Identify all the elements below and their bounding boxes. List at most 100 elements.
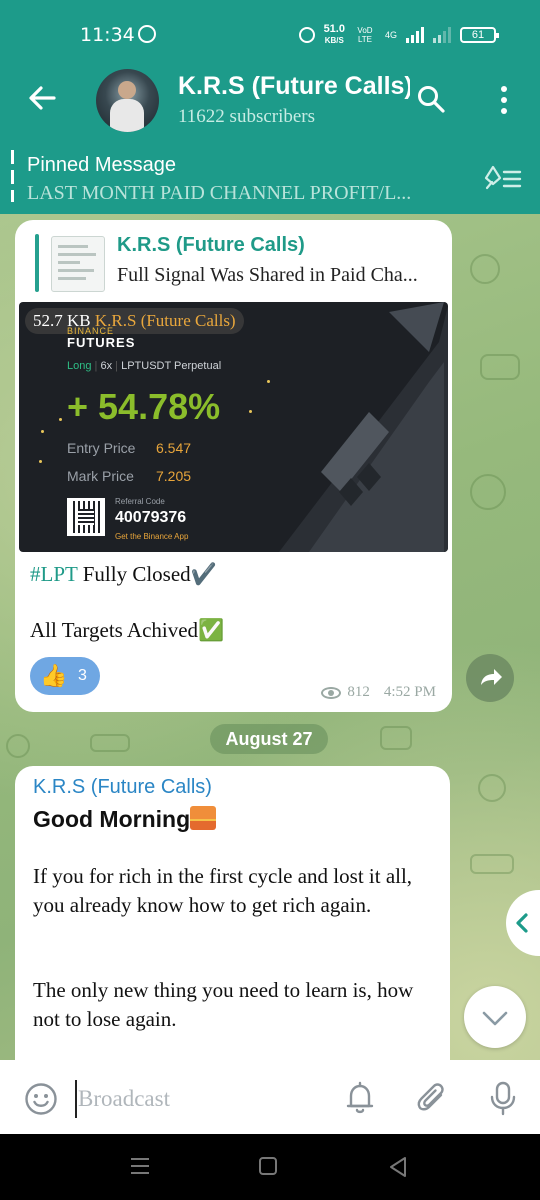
sunrise-emoji-icon [190,806,217,830]
sparkle [267,380,270,383]
sparkle [59,418,62,421]
net-speed: 51.0 KB/S [324,24,345,46]
notification-bell-icon[interactable] [342,1080,378,1116]
binance-app-text: Get the Binance App [115,532,189,541]
message-line-1-text: Fully Closed✔️ [77,562,217,586]
battery-icon: 61 [460,27,499,43]
attach-icon[interactable] [414,1080,450,1116]
greeting-line: Good Morning [33,806,217,833]
text-cursor [75,1080,77,1118]
referral-label: Referral Code [115,497,165,506]
avatar-head [118,81,136,99]
pinned-list-icon[interactable] [484,164,522,192]
hashtag-link[interactable]: #LPT [30,562,77,586]
signal-icon [406,27,424,43]
message-author[interactable]: K.R.S (Future Calls) [33,776,212,799]
status-time: 11:34 [80,24,135,46]
volte-label: VoD LTE [357,26,373,44]
bg-doodle [470,474,506,510]
bg-doodle [480,354,520,380]
avatar-body [110,99,144,132]
alarm-icon [298,27,315,43]
side-panel-handle[interactable] [506,890,540,956]
pnl-image[interactable]: 52.7 KB K.R.S (Future Calls) BINANCE FUT… [19,302,448,552]
sparkle [249,410,252,413]
message-line-2: All Targets Achived✅ [30,618,225,642]
back-arrow-icon[interactable] [26,82,58,114]
referral-code: 40079376 [115,509,187,526]
pinned-text: LAST MONTH PAID CHANNEL PROFIT/L... [27,182,412,204]
message-bubble[interactable]: K.R.S (Future Calls) Full Signal Was Sha… [15,220,452,712]
reaction-count: 3 [78,667,87,684]
message-line-1: #LPT Fully Closed✔️ [30,562,217,587]
back-triangle-icon[interactable] [388,1156,408,1178]
channel-title[interactable]: K.R.S (Future Calls) [178,72,410,101]
position-info: Long | 6x | LPTUSDT Perpetual [67,360,222,372]
chevron-left-icon [516,913,528,933]
reaction-chip[interactable]: 👍 3 [30,657,100,695]
chat-header: K.R.S (Future Calls) 11622 subscribers [0,60,540,140]
position-pair: LPTUSDT Perpetual [121,360,222,372]
more-options-icon[interactable] [494,84,514,116]
bg-doodle [380,726,412,750]
recent-apps-icon[interactable] [130,1156,150,1176]
microphone-icon[interactable] [486,1080,520,1116]
subscriber-count: 11622 subscribers [178,106,316,127]
sparkle [41,430,44,433]
position-leverage: 6x [100,360,113,372]
bg-doodle [6,734,30,758]
search-icon[interactable] [416,84,446,114]
status-bar: 11:34 51.0 KB/S VoD LTE 4G 61 [0,0,540,60]
image-size-chip: 52.7 KB K.R.S (Future Calls) [25,308,244,334]
reply-preview[interactable]: K.R.S (Future Calls) Full Signal Was Sha… [35,234,455,294]
position-side: Long [67,360,92,372]
binance-futures-brand: FUTURES [67,335,136,350]
net-speed-value: 51.0 [323,23,345,35]
greeting-text: Good Morning [33,806,191,832]
entry-price-label: Entry Price [67,440,136,456]
mark-price-value: 7.205 [156,468,192,484]
bg-doodle [470,254,500,284]
date-separator: August 27 [210,724,328,754]
whatsapp-icon [138,25,156,43]
share-button[interactable] [466,654,514,702]
pinned-message-bar[interactable]: Pinned Message LAST MONTH PAID CHANNEL P… [0,140,540,214]
message-paragraph-2: The only new thing you need to learn is,… [33,978,414,1031]
pinned-indicator [11,150,14,202]
composer-bar [0,1060,540,1134]
bg-doodle [470,854,514,874]
entry-price-value: 6.547 [156,440,192,456]
mark-price-label: Mark Price [67,468,134,484]
reply-bar [35,234,39,292]
reply-text: Full Signal Was Shared in Paid Cha... [117,264,418,286]
qr-code [67,498,105,536]
scroll-down-button[interactable] [464,986,526,1048]
emoji-icon[interactable] [24,1082,58,1116]
home-icon[interactable] [259,1157,277,1175]
rocket-graphic [279,302,448,552]
views-eye-icon [321,686,342,699]
bg-doodle [90,734,130,752]
message-input[interactable] [78,1082,318,1116]
net-speed-unit: KB/S [324,36,344,45]
signal-icon-2 [433,27,451,43]
message-bubble-2[interactable]: K.R.S (Future Calls) Good Morning If you… [15,766,450,1060]
chat-area[interactable]: K.R.S (Future Calls) Full Signal Was Sha… [0,214,540,1060]
channel-avatar[interactable] [96,69,159,132]
status-icons: 51.0 KB/S VoD LTE 4G 61 [298,24,499,46]
view-count: 812 [347,684,370,700]
message-time: 4:52 PM [383,684,436,700]
thumbs-up-icon: 👍 [40,663,68,688]
sparkle [39,460,42,463]
pinned-label: Pinned Message [27,154,176,176]
system-nav-bar [0,1134,540,1200]
network-type: 4G [384,29,397,40]
reply-author: K.R.S (Future Calls) [117,234,305,256]
image-source: K.R.S (Future Calls) [94,311,236,330]
reply-thumbnail [51,236,105,292]
message-meta: 812 4:52 PM [321,684,436,701]
pnl-percent: + 54.78% [67,386,221,427]
bg-doodle [478,774,506,802]
message-paragraph-1: If you for rich in the first cycle and l… [33,864,413,917]
chevron-down-icon [482,1011,508,1026]
